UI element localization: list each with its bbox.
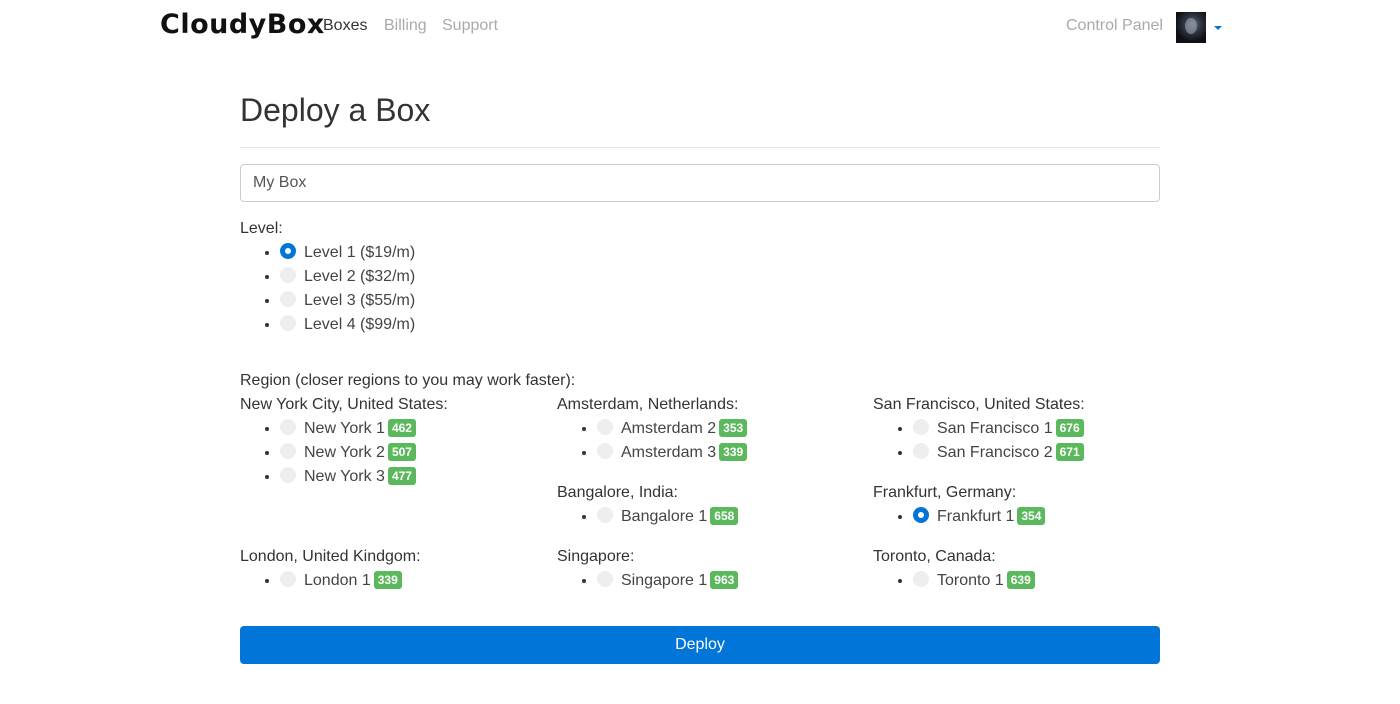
radio-london-1[interactable] [280,570,296,587]
box-name-input[interactable] [240,164,1160,202]
nav-support[interactable]: Support [442,17,498,35]
latency-badge: 339 [719,442,748,461]
radio-bangalore-1[interactable] [597,506,613,523]
radio-amsterdam-3[interactable] [597,442,613,459]
region-option[interactable]: San Francisco 1676 [913,417,1084,441]
region-group-title: London, United Kindgom: [240,548,421,565]
region-group-toronto: Toronto 1639 [873,569,1035,593]
level-option-label: Level 4 ($99/m) [304,316,416,333]
latency-badge: 963 [710,570,739,589]
latency-badge: 639 [1006,570,1035,589]
level-option[interactable]: Level 3 ($55/m) [280,289,415,313]
region-option-label: Amsterdam 3 [621,444,717,461]
level-option[interactable]: Level 1 ($19/m) [280,241,415,265]
brand-logo[interactable]: CloudyBox [160,9,325,40]
radio-level-3[interactable] [280,290,296,307]
region-option-label: New York 3 [304,468,385,485]
region-group-singapore: Singapore 1963 [557,569,739,593]
region-group-san-francisco: San Francisco 1676 San Francisco 2671 [873,417,1084,465]
nav-billing[interactable]: Billing [384,17,427,35]
radio-amsterdam-2[interactable] [597,418,613,435]
region-group-title: Amsterdam, Netherlands: [557,396,739,413]
region-option-label: London 1 [304,572,371,589]
region-option[interactable]: Frankfurt 1354 [913,505,1046,529]
level-option[interactable]: Level 2 ($32/m) [280,265,415,289]
region-option-label: New York 1 [304,420,385,437]
latency-badge: 658 [710,506,739,525]
region-label: Region (closer regions to you may work f… [240,372,576,389]
region-group-title: San Francisco, United States: [873,396,1085,413]
region-option-label: Singapore 1 [621,572,708,589]
radio-san-francisco-2[interactable] [913,442,929,459]
latency-badge: 339 [373,570,402,589]
region-option[interactable]: San Francisco 2671 [913,441,1084,465]
region-option[interactable]: New York 2507 [280,441,416,465]
latency-badge: 671 [1055,442,1084,461]
region-option-label: Bangalore 1 [621,508,708,525]
region-option-label: Amsterdam 2 [621,420,717,437]
level-option-label: Level 2 ($32/m) [304,268,416,285]
page-title: Deploy a Box [240,92,431,128]
region-group-title: Frankfurt, Germany: [873,484,1017,501]
region-option[interactable]: New York 3477 [280,465,416,489]
radio-frankfurt-1[interactable] [913,506,929,523]
nav-control-panel[interactable]: Control Panel [1066,17,1163,35]
level-option[interactable]: Level 4 ($99/m) [280,313,415,337]
latency-badge: 462 [387,418,416,437]
latency-badge: 507 [387,442,416,461]
caret-down-icon[interactable] [1214,26,1222,30]
radio-new-york-1[interactable] [280,418,296,435]
latency-badge: 477 [387,466,416,485]
level-options: Level 1 ($19/m) Level 2 ($32/m) Level 3 … [240,241,415,337]
region-group-new-york: New York 1462 New York 2507 New York 347… [240,417,416,489]
radio-singapore-1[interactable] [597,570,613,587]
nav-boxes[interactable]: Boxes [323,17,367,35]
region-option[interactable]: Bangalore 1658 [597,505,739,529]
region-option[interactable]: London 1339 [280,569,402,593]
navbar: CloudyBox Boxes Billing Support Control … [0,0,1400,54]
region-option-label: Toronto 1 [937,572,1004,589]
region-group-title: Bangalore, India: [557,484,678,501]
region-option-label: San Francisco 2 [937,444,1053,461]
avatar[interactable] [1176,12,1206,43]
latency-badge: 353 [719,418,748,437]
radio-new-york-2[interactable] [280,442,296,459]
region-group-title: Singapore: [557,548,635,565]
region-option-label: Frankfurt 1 [937,508,1015,525]
region-option[interactable]: Amsterdam 2353 [597,417,748,441]
region-group-title: Toronto, Canada: [873,548,996,565]
level-option-label: Level 3 ($55/m) [304,292,416,309]
region-option-label: New York 2 [304,444,385,461]
region-group-title: New York City, United States: [240,396,448,413]
radio-san-francisco-1[interactable] [913,418,929,435]
deploy-button[interactable]: Deploy [240,626,1160,664]
radio-new-york-3[interactable] [280,466,296,483]
radio-level-1[interactable] [280,242,296,259]
level-option-label: Level 1 ($19/m) [304,244,416,261]
region-option[interactable]: Amsterdam 3339 [597,441,748,465]
region-group-amsterdam: Amsterdam 2353 Amsterdam 3339 [557,417,748,465]
region-group-frankfurt: Frankfurt 1354 [873,505,1046,529]
radio-toronto-1[interactable] [913,570,929,587]
latency-badge: 676 [1055,418,1084,437]
region-option[interactable]: Singapore 1963 [597,569,739,593]
latency-badge: 354 [1017,506,1046,525]
region-group-bangalore: Bangalore 1658 [557,505,739,529]
region-option-label: San Francisco 1 [937,420,1053,437]
radio-level-2[interactable] [280,266,296,283]
radio-level-4[interactable] [280,314,296,331]
region-option[interactable]: New York 1462 [280,417,416,441]
divider [240,147,1160,148]
level-label: Level: [240,220,283,237]
region-group-london: London 1339 [240,569,402,593]
region-option[interactable]: Toronto 1639 [913,569,1035,593]
